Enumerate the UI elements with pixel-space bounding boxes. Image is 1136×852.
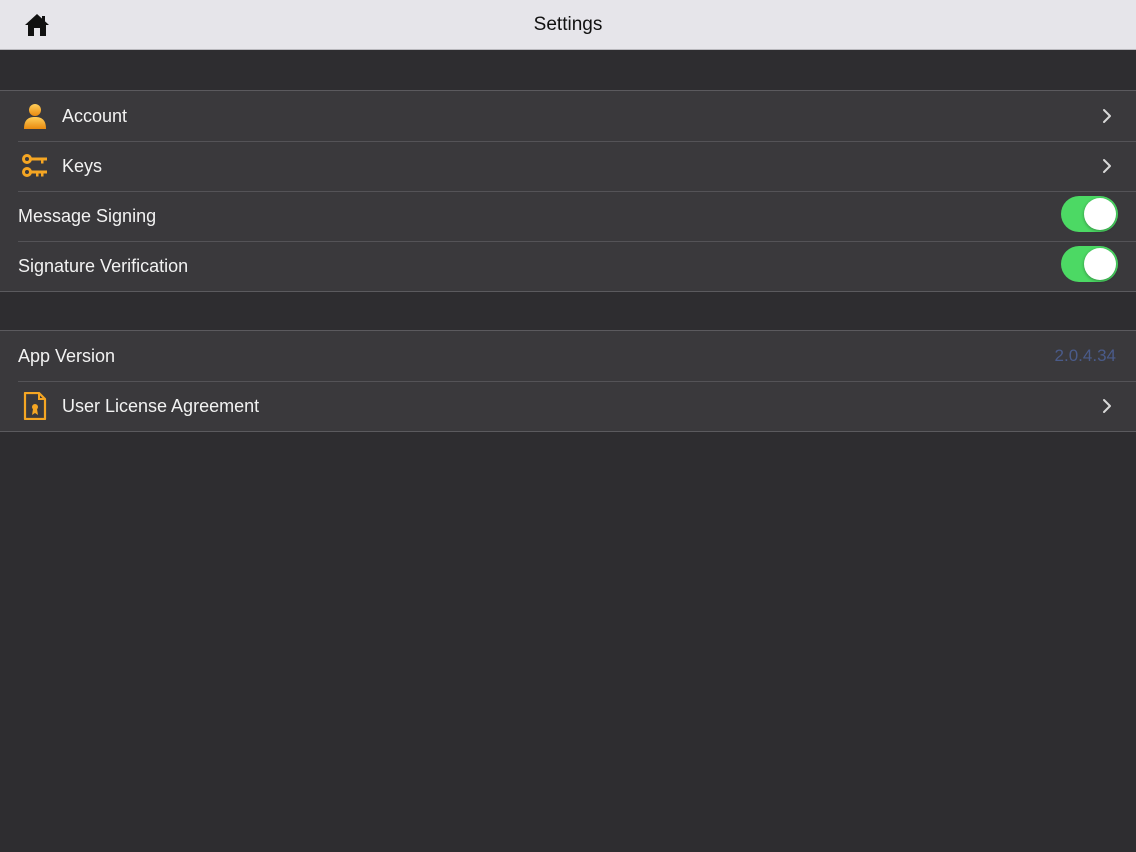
home-button[interactable] [20, 9, 54, 41]
settings-section-about: App Version 2.0.4.34 User License Agreem… [0, 330, 1136, 432]
person-icon [20, 101, 50, 131]
toggle-knob [1084, 198, 1116, 230]
navigation-bar: Settings [0, 0, 1136, 50]
keys-icon [20, 151, 50, 181]
document-icon [20, 391, 50, 421]
settings-section-security: Account Keys Message Signing Signature V… [0, 90, 1136, 292]
app-version-row: App Version 2.0.4.34 [0, 331, 1136, 381]
toggle-knob [1084, 248, 1116, 280]
message-signing-label: Message Signing [18, 206, 157, 226]
license-label: User License Agreement [62, 396, 260, 416]
signature-verification-row: Signature Verification [0, 241, 1136, 291]
license-row[interactable]: User License Agreement [0, 381, 1136, 431]
signature-verification-toggle[interactable] [1061, 246, 1118, 282]
chevron-right-icon [1103, 159, 1111, 173]
page-title: Settings [533, 14, 603, 35]
chevron-right-icon [1103, 109, 1111, 123]
app-version-value: 2.0.4.34 [1054, 346, 1116, 365]
keys-row[interactable]: Keys [0, 141, 1136, 191]
app-version-label: App Version [18, 346, 116, 366]
keys-label: Keys [62, 156, 103, 176]
signature-verification-label: Signature Verification [18, 256, 189, 276]
message-signing-row: Message Signing [0, 191, 1136, 241]
message-signing-toggle[interactable] [1061, 196, 1118, 232]
chevron-right-icon [1103, 399, 1111, 413]
account-row[interactable]: Account [0, 91, 1136, 141]
account-label: Account [62, 106, 128, 126]
home-icon [25, 14, 49, 36]
